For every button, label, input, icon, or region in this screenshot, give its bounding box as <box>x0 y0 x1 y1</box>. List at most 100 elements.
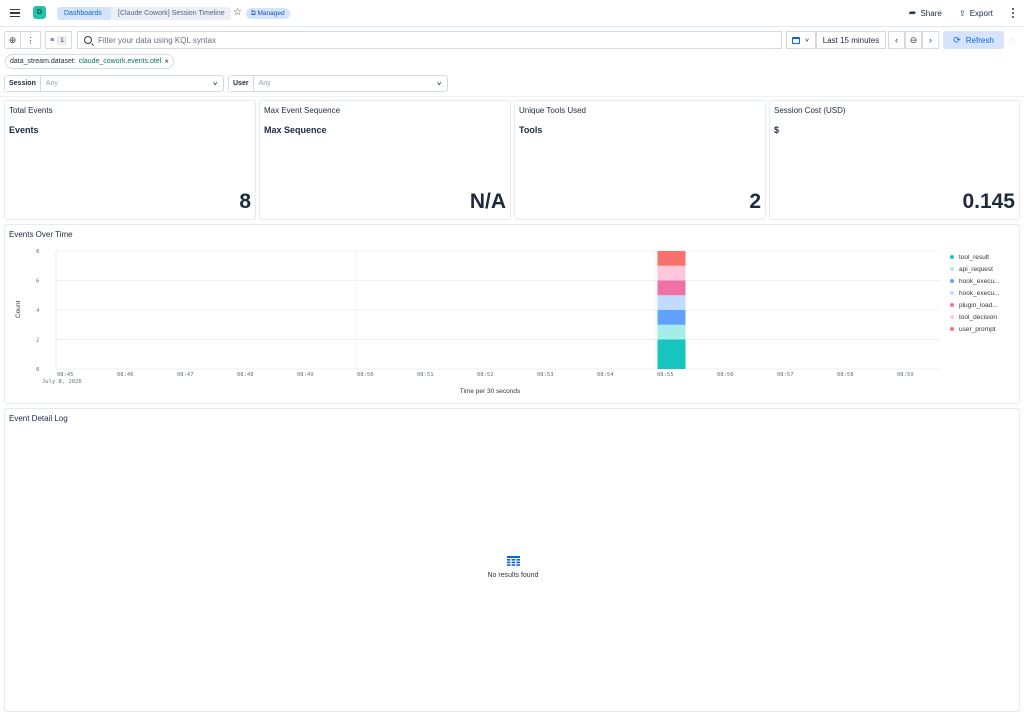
legend-swatch <box>950 255 954 259</box>
toggle-menu-icon[interactable]: ⋮ <box>21 31 41 49</box>
legend-label: tool_result <box>959 253 989 261</box>
filter-pill-value: claude_cowork.events.otel <box>78 58 162 65</box>
session-control[interactable]: Session Any ∨ <box>4 75 224 92</box>
more-options-icon[interactable] <box>1011 8 1015 18</box>
no-results-message: No results found <box>487 572 539 579</box>
x-tick-label: 08:45 <box>57 372 74 378</box>
metric-title: Session Cost (USD) <box>774 106 846 115</box>
metric-value: 2 <box>749 190 761 213</box>
filter-button[interactable]: ≡ 1 <box>45 31 72 49</box>
table-icon <box>507 556 520 566</box>
events-chart[interactable]: 0 2 4 6 8 Count 08:45 08:46 08:47 08:48 08:49 08:50… <box>5 225 1021 405</box>
bar-segment <box>657 251 686 266</box>
metric-title: Unique Tools Used <box>519 106 587 115</box>
export-label: Export <box>969 9 993 18</box>
filter-pill[interactable]: data_stream.dataset: claude_cowork.event… <box>5 54 174 69</box>
kql-search-box[interactable] <box>77 31 782 49</box>
metric-value: 8 <box>239 190 251 213</box>
x-tick-label: 08:56 <box>717 372 734 378</box>
metric-subtitle: Events <box>9 125 39 135</box>
legend-label: hook_execu... <box>959 289 1000 297</box>
events-over-time-panel: Events Over Time 0 2 4 6 8 Count 08:45 08:46 08:… <box>4 224 1020 404</box>
x-axis-title: Time per 30 seconds <box>460 388 521 395</box>
x-tick-label: 08:54 <box>597 372 614 378</box>
user-control-value: Any <box>258 80 271 87</box>
metric-panel-total-events: Total Events Events 8 <box>4 100 256 220</box>
chevron-down-icon: ∨ <box>436 80 442 87</box>
event-detail-log-panel: Event Detail Log No results found <box>4 408 1020 712</box>
legend-item[interactable]: hook_execu... <box>950 275 999 287</box>
export-button[interactable]: ⇪ Export <box>959 7 993 20</box>
metric-panel-max-sequence: Max Event Sequence Max Sequence N/A <box>259 100 511 220</box>
x-tick-label: 08:53 <box>537 372 554 378</box>
legend-swatch <box>950 303 954 307</box>
legend-item[interactable]: tool_result <box>950 251 999 263</box>
calendar-icon <box>792 36 801 44</box>
refresh-icon: ⟳ <box>953 34 961 45</box>
metric-title: Max Event Sequence <box>264 106 341 115</box>
refresh-button[interactable]: ⟳ Refresh <box>943 31 1004 49</box>
legend-label: tool_decision <box>959 313 997 321</box>
user-control-label: User <box>229 76 254 91</box>
metric-subtitle: $ <box>774 125 780 135</box>
metric-value: 0.145 <box>962 190 1015 213</box>
user-control[interactable]: User Any ∨ <box>228 75 448 92</box>
star-icon[interactable]: ☆ <box>233 7 242 19</box>
session-control-label: Session <box>5 76 41 91</box>
legend-item[interactable]: hook_execu... <box>950 287 999 299</box>
menu-icon[interactable] <box>10 9 20 18</box>
legend-swatch <box>950 279 954 283</box>
y-tick-label: 0 <box>36 367 39 373</box>
chart-legend: tool_result api_request hook_execu... hook_… <box>950 251 999 335</box>
filter-pill-field: data_stream.dataset: <box>10 58 76 65</box>
legend-swatch <box>950 327 954 331</box>
export-icon: ⇪ <box>959 9 966 18</box>
legend-label: hook_execu... <box>959 277 1000 285</box>
date-quick-menu[interactable]: ∨ <box>786 31 816 49</box>
bar-segment <box>657 265 686 281</box>
top-header: D Dashboards [Claude Cowork] Session Tim… <box>0 0 1024 27</box>
x-tick-label: 08:51 <box>417 372 434 378</box>
chevron-down-icon: ∨ <box>212 80 218 87</box>
chevron-left-icon[interactable]: ‹ <box>888 31 905 49</box>
bar-segment <box>657 310 686 325</box>
time-range-display[interactable]: Last 15 minutes <box>816 31 886 49</box>
legend-item[interactable]: user_prompt <box>950 323 999 335</box>
share-icon: ⮫ <box>909 9 917 18</box>
share-label: Share <box>920 9 942 18</box>
bar-segment <box>657 280 686 296</box>
x-tick-label: 08:46 <box>117 372 134 378</box>
zoom-out-icon[interactable]: ⊖ <box>905 31 922 49</box>
y-tick-label: 6 <box>36 279 39 285</box>
add-icon[interactable]: ⊕ <box>4 31 21 49</box>
log-panel-title: Event Detail Log <box>9 414 68 423</box>
x-tick-sublabel: July 8, 2026 <box>42 379 82 385</box>
metric-subtitle: Tools <box>519 125 543 135</box>
x-tick-label: 08:58 <box>837 372 854 378</box>
metric-panel-unique-tools: Unique Tools Used Tools 2 <box>514 100 766 220</box>
close-icon[interactable]: × <box>164 55 169 68</box>
legend-swatch <box>950 291 954 295</box>
filter-count: 1 <box>57 35 67 45</box>
query-bar: ⊕ ⋮ ≡ 1 ∨ Last 15 minutes ‹ ⊖ › ⟳ Refres… <box>0 31 1024 49</box>
x-tick-label: 08:49 <box>297 372 314 378</box>
share-button[interactable]: ⮫ Share <box>909 7 942 20</box>
breadcrumb-current: [Claude Cowork] Session Timeline <box>111 7 231 20</box>
x-tick-label: 08:55 <box>657 372 674 378</box>
breadcrumb-dashboards[interactable]: Dashboards <box>57 7 116 20</box>
chevron-right-icon[interactable]: › <box>922 31 939 49</box>
refresh-options-icon[interactable]: ◌ <box>1005 31 1020 49</box>
refresh-label: Refresh <box>965 35 994 45</box>
bar-segment <box>657 324 686 340</box>
kql-search-input[interactable] <box>98 35 748 45</box>
legend-item[interactable]: api_request <box>950 263 999 275</box>
chevron-down-icon: ∨ <box>804 37 810 43</box>
space-avatar[interactable]: D <box>33 6 46 19</box>
legend-item[interactable]: tool_decision <box>950 311 999 323</box>
legend-item[interactable]: plugin_load... <box>950 299 999 311</box>
legend-label: user_prompt <box>959 325 996 333</box>
metric-value: N/A <box>469 190 506 213</box>
x-tick-label: 08:47 <box>177 372 194 378</box>
y-tick-label: 4 <box>36 308 40 314</box>
x-tick-label: 08:48 <box>237 372 254 378</box>
